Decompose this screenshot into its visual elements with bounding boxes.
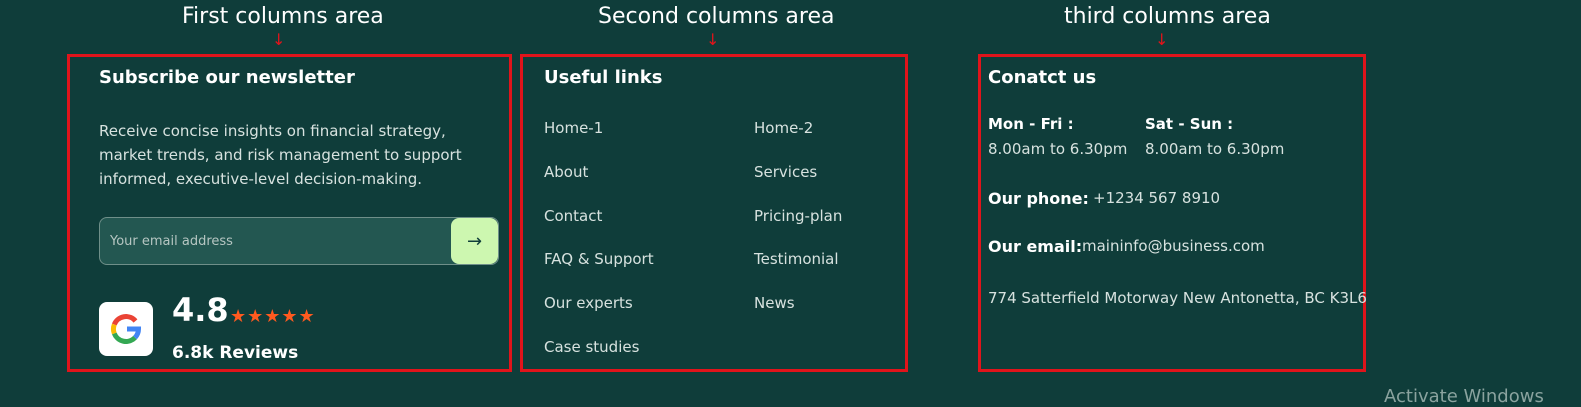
google-logo-icon: [99, 302, 153, 356]
review-count: 6.8k Reviews: [172, 343, 299, 363]
footer-link-services[interactable]: Services: [754, 163, 817, 181]
footer-link-news[interactable]: News: [754, 294, 795, 312]
footer-link-home-2[interactable]: Home-2: [754, 119, 813, 137]
email-input[interactable]: [100, 218, 470, 264]
weekdays-hours: 8.00am to 6.30pm: [988, 140, 1128, 158]
weekdays-label: Mon - Fri :: [988, 115, 1074, 133]
newsletter-title: Subscribe our newsletter: [99, 67, 355, 88]
footer-link-contact[interactable]: Contact: [544, 207, 602, 225]
address-container: 774 Satterfield Motorway New Antonetta, …: [988, 286, 1366, 310]
newsletter-form: →: [99, 217, 499, 265]
weekend-label: Sat - Sun :: [1145, 115, 1234, 133]
second-column-annotation: Second columns area: [598, 4, 835, 29]
newsletter-description: Receive concise insights on financial st…: [99, 122, 462, 188]
third-column-annotation: third columns area: [1064, 4, 1271, 29]
footer-link-home-1[interactable]: Home-1: [544, 119, 603, 137]
first-column-area: Subscribe our newsletter Receive concise…: [67, 54, 512, 372]
third-column-arrow-icon: ↓: [1155, 30, 1169, 49]
phone-label: Our phone:: [988, 189, 1089, 208]
address-text: 774 Satterfield Motorway New Antonetta, …: [988, 289, 1366, 307]
star-rating-icon: ★★★★★: [230, 306, 316, 327]
footer-link-testimonial[interactable]: Testimonial: [754, 250, 839, 268]
third-column-area: Conatct us Mon - Fri : 8.00am to 6.30pm …: [978, 54, 1366, 372]
email-label: Our email:: [988, 237, 1083, 256]
subscribe-button[interactable]: →: [451, 218, 498, 264]
first-column-arrow-icon: ↓: [272, 30, 286, 49]
second-column-arrow-icon: ↓: [706, 30, 720, 49]
rating-score: 4.8: [172, 291, 229, 329]
footer-link-case-studies[interactable]: Case studies: [544, 338, 639, 356]
weekend-hours: 8.00am to 6.30pm: [1145, 140, 1285, 158]
email-value[interactable]: maininfo@business.com: [1082, 237, 1265, 255]
first-column-annotation: First columns area: [182, 4, 384, 29]
useful-links-title: Useful links: [544, 67, 663, 88]
second-column-area: Useful links Home-1 About Contact FAQ & …: [520, 54, 908, 372]
footer-link-pricing-plan[interactable]: Pricing-plan: [754, 207, 842, 225]
contact-title: Conatct us: [988, 67, 1097, 88]
footer-link-our-experts[interactable]: Our experts: [544, 294, 633, 312]
footer-link-faq-support[interactable]: FAQ & Support: [544, 250, 654, 268]
arrow-right-icon: →: [466, 230, 483, 252]
phone-value[interactable]: +1234 567 8910: [1093, 189, 1220, 207]
footer-link-about[interactable]: About: [544, 163, 588, 181]
